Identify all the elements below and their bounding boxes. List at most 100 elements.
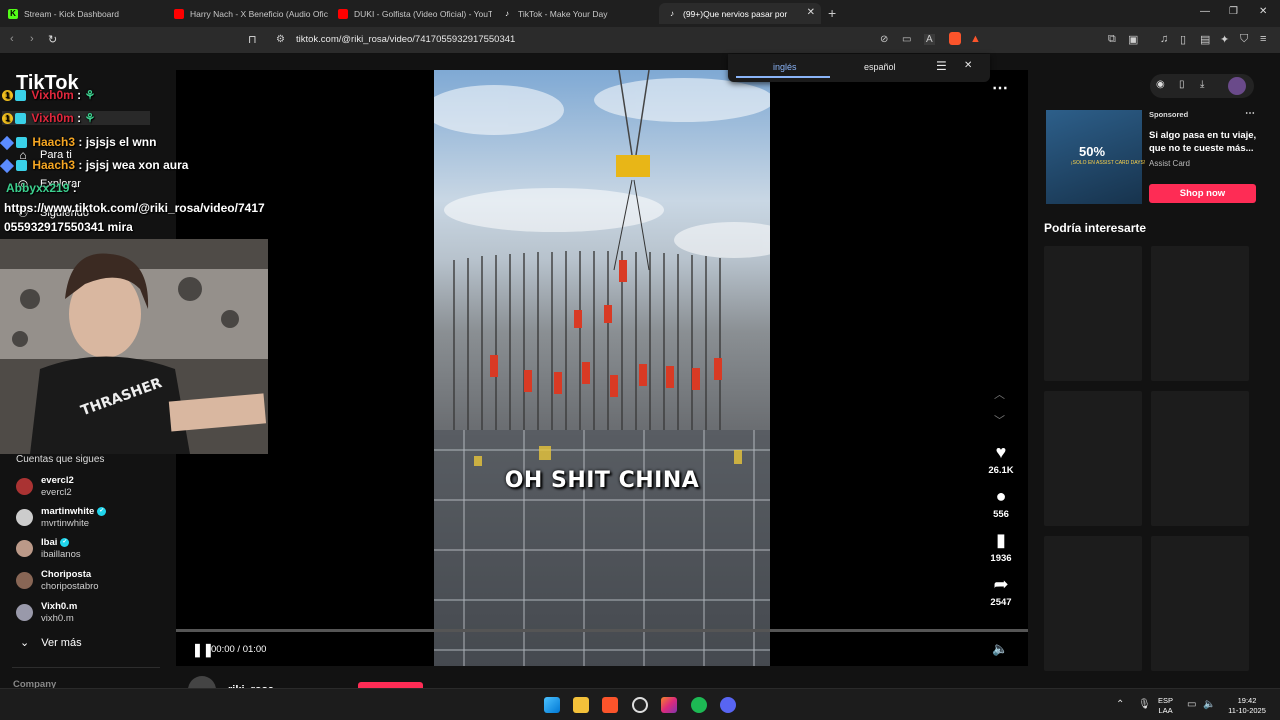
following-account[interactable]: evercl2 evercl2 (16, 472, 74, 500)
network-icon[interactable]: ▭ (1187, 699, 1196, 710)
windows-taskbar: ⌃ 🎙 ESP LAA ▭ 🔈 19:42 11-10-2025 (0, 688, 1280, 720)
bookmark-button[interactable]: ▮ 1936 (982, 530, 1020, 564)
start-icon[interactable] (544, 697, 560, 713)
file-explorer-icon[interactable] (573, 697, 589, 713)
tab-youtube-duki[interactable]: DUKI - Golfista (Video Oficial) - YouT (330, 3, 492, 24)
volume-icon[interactable]: 🔈 (1203, 699, 1215, 710)
sidebar-toggle-icon[interactable]: ▯ (1180, 33, 1186, 46)
close-tab-icon[interactable]: ✕ (807, 7, 815, 18)
microphone-icon[interactable]: 🎙 (1138, 699, 1151, 710)
chat-message: https://www.tiktok.com/@riki_rosa/video/… (4, 201, 265, 215)
suggestion-thumbnail[interactable] (1044, 536, 1142, 671)
previous-video-icon[interactable]: ︿ (994, 386, 1005, 402)
suggestion-thumbnail[interactable] (1151, 391, 1249, 526)
video-player[interactable]: OH SHIT CHINA ⋯ ︿ ﹀ ♥ 26.1K ● 556 ▮ 1936… (176, 70, 1028, 666)
clock[interactable]: 19:42 11-10-2025 (1224, 696, 1270, 716)
see-more-button[interactable]: ⌄ Ver más (20, 636, 82, 649)
tab-youtube-harry-nach[interactable]: Harry Nach - X Beneficio (Audio Ofic (166, 3, 328, 24)
shop-now-button[interactable]: Shop now (1149, 184, 1256, 203)
tiktok-icon: ♪ (505, 8, 509, 18)
obs-icon[interactable] (632, 697, 648, 713)
browser-tabbar: K Stream - Kick Dashboard Harry Nach - X… (0, 0, 1280, 27)
menu-icon[interactable]: ≡ (1260, 33, 1266, 45)
following-account[interactable]: Ibai ✓ ibaillanos (16, 534, 81, 562)
see-more-label: Ver más (41, 637, 82, 649)
forward-icon[interactable]: › (30, 33, 34, 45)
extensions-icon[interactable]: ⧉ (1108, 33, 1116, 46)
reload-icon[interactable]: ↻ (48, 33, 57, 46)
suggestion-thumbnail[interactable] (1044, 246, 1142, 381)
keyboard-layout: LAA (1158, 706, 1173, 715)
leo-ai-icon[interactable]: ✦ (1220, 33, 1229, 46)
mod-badge-icon (16, 160, 27, 172)
avatar (16, 571, 33, 589)
video-frame[interactable]: OH SHIT CHINA (434, 70, 770, 666)
next-video-icon[interactable]: ﹀ (994, 412, 1005, 428)
ad-title[interactable]: Si algo pasa en tu viaje, que no te cues… (1149, 129, 1259, 155)
chat-message: Haach3 : jsjsjs el wnn (0, 135, 156, 150)
site-settings-icon[interactable]: ⚙ (276, 34, 285, 45)
chat-text: 055932917550341 mira (4, 220, 133, 234)
bookmark-icon[interactable]: ⊓ (248, 33, 257, 46)
device-icon[interactable]: ▯ (1179, 79, 1185, 90)
close-icon[interactable]: ✕ (964, 60, 972, 71)
comment-button[interactable]: ● 556 (982, 486, 1020, 520)
vpn-icon[interactable]: ⛉ (1240, 33, 1248, 46)
gift-badge-icon (0, 158, 15, 173)
target-language-tab[interactable]: español (864, 62, 896, 72)
bookmark-icon: ▮ (996, 530, 1006, 550)
music-icon[interactable]: ♫ (1160, 33, 1168, 45)
show-hidden-icons-icon[interactable]: ⌃ (1116, 699, 1124, 710)
window-close-icon[interactable]: ✕ (1259, 6, 1267, 17)
cast-icon[interactable]: ▭ (902, 34, 911, 45)
new-tab-icon[interactable]: + (828, 5, 836, 21)
brave-shields-icon[interactable] (949, 32, 961, 45)
suggestion-thumbnail[interactable] (1151, 246, 1249, 381)
ad-options-icon[interactable]: ⋯ (1245, 108, 1255, 119)
translate-menu-icon[interactable]: ☰ (936, 59, 947, 73)
instagram-icon[interactable] (661, 697, 677, 713)
input-language[interactable]: ESP LAA (1158, 696, 1173, 716)
tab-tiktok-video[interactable]: ♪ (99+)Que nervios pasar por ✕ (659, 3, 821, 24)
address-bar[interactable]: ⚙ tiktok.com/@riki_rosa/video/7417055932… (270, 31, 992, 50)
following-account[interactable]: martinwhite ✓ mvrtinwhite (16, 503, 107, 531)
url-text[interactable]: tiktok.com/@riki_rosa/video/741705593291… (296, 34, 515, 45)
tab-title: DUKI - Golfista (Video Oficial) - YouT (354, 8, 492, 19)
more-options-icon[interactable]: ⋯ (992, 78, 1008, 98)
translate-popup: inglés español ☰ ✕ (728, 54, 990, 82)
clock-date: 11-10-2025 (1228, 706, 1266, 715)
brave-icon[interactable] (602, 697, 618, 713)
discord-icon[interactable] (720, 697, 736, 713)
following-account[interactable]: Vixh0.m vixh0.m (16, 598, 77, 626)
suggestion-thumbnail[interactable] (1044, 391, 1142, 526)
no-cast-icon[interactable]: ⊘ (880, 34, 888, 45)
brave-rewards-icon[interactable]: ▲ (970, 33, 981, 45)
streamer-webcam: THRASHER (0, 239, 268, 454)
webcam-scene: THRASHER (0, 239, 268, 454)
account-name: evercl2 (41, 474, 74, 486)
like-button[interactable]: ♥ 26.1K (982, 442, 1020, 476)
coins-icon[interactable]: ◉ (1156, 79, 1165, 90)
comment-icon: ● (995, 486, 1007, 506)
sponsored-label: Sponsored (1149, 110, 1189, 119)
avatar (16, 603, 33, 621)
restore-icon[interactable]: ❐ (1229, 6, 1238, 17)
screenshot-icon[interactable]: ▣ (1128, 33, 1138, 46)
suggestion-thumbnail[interactable] (1151, 536, 1249, 671)
source-language-tab[interactable]: inglés (773, 62, 797, 72)
back-icon[interactable]: ‹ (10, 33, 14, 45)
tab-title: Harry Nach - X Beneficio (Audio Ofic (190, 8, 328, 19)
volume-icon[interactable]: 🔈 (992, 641, 1008, 657)
avatar[interactable] (1228, 77, 1246, 95)
chat-message: Haach3 : jsjsj wea xon aura (0, 158, 188, 173)
video-progress-bar[interactable] (176, 629, 1028, 632)
translate-icon[interactable]: A (924, 34, 935, 45)
tab-tiktok-home[interactable]: ♪ TikTok - Make Your Day (494, 3, 656, 24)
download-icon[interactable]: ⤓ (1200, 79, 1204, 90)
following-account[interactable]: Choriposta choripostabro (16, 566, 99, 594)
spotify-icon[interactable] (691, 697, 707, 713)
tab-kick-dashboard[interactable]: K Stream - Kick Dashboard (0, 3, 164, 24)
minimize-icon[interactable]: — (1200, 6, 1210, 17)
share-button[interactable]: ➦ 2547 (982, 574, 1020, 608)
wallet-icon[interactable]: ▤ (1200, 33, 1210, 46)
